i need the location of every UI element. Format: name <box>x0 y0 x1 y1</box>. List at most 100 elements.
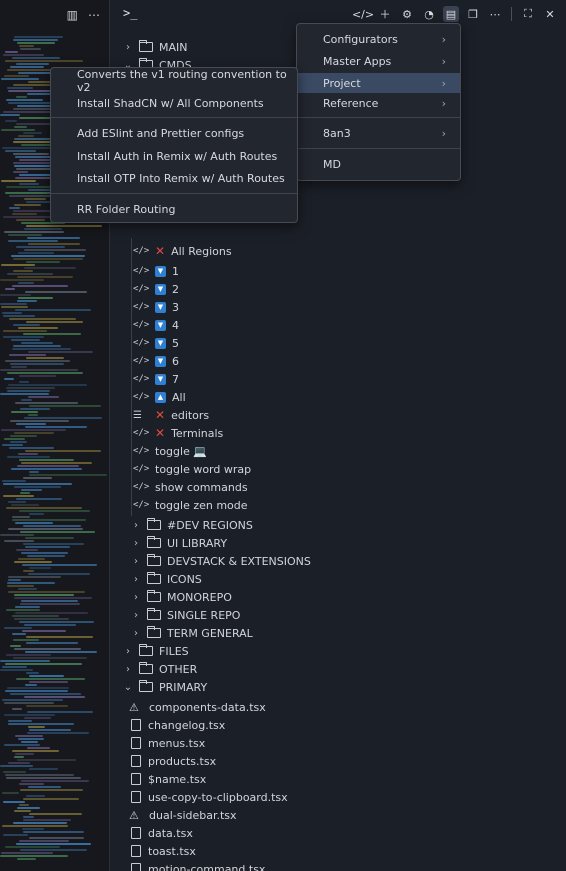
panel-icon[interactable]: ▤ <box>443 6 459 22</box>
minimap-line <box>26 321 83 323</box>
minimap-line <box>8 528 83 530</box>
minimap-line <box>4 540 34 542</box>
minimap-line <box>4 714 55 716</box>
fullscreen-icon[interactable]: ⛶ <box>520 6 536 22</box>
minimap-line <box>8 234 42 236</box>
tree-row[interactable]: </> ▼ 1 <box>111 262 566 280</box>
tree-row[interactable]: </> ✕ Terminals <box>111 424 566 442</box>
minimap-line <box>0 765 33 767</box>
minimap-line <box>2 792 19 794</box>
context-menu-project: Converts the v1 routing convention to v2… <box>50 67 298 223</box>
tree-row[interactable]: </> ▼ 7 <box>111 370 566 388</box>
minimap-line <box>13 657 87 659</box>
arrow-badge-icon: ▼ <box>155 265 166 277</box>
tree-row[interactable]: </> ▼ 4 <box>111 316 566 334</box>
close-icon[interactable]: ✕ <box>542 6 558 22</box>
minimap-line <box>12 708 22 710</box>
tree-row[interactable]: use-copy-to-clipboard.tsx <box>111 788 566 806</box>
minimap-line <box>28 726 45 728</box>
tree-row[interactable]: › SINGLE REPO <box>111 606 566 624</box>
context-menu-main: Configurators › Master Apps › Project › Refere… <box>296 23 461 181</box>
tree-row[interactable]: ⌄ PRIMARY <box>111 678 566 696</box>
minimap-line <box>15 612 88 614</box>
tree-row[interactable]: </> ▲ All <box>111 388 566 406</box>
tree-row-label: All Regions <box>171 244 232 258</box>
tree-row[interactable]: › MONOREPO <box>111 588 566 606</box>
chevron-right-icon: › <box>134 609 138 621</box>
tree-row[interactable]: › FILES <box>111 642 566 660</box>
minimap-line <box>19 375 56 377</box>
split-icon[interactable]: ▥ <box>67 8 78 22</box>
minimap-line <box>29 567 51 569</box>
tree-row[interactable]: </> toggle zen mode <box>111 496 566 514</box>
submenu-item-label: Converts the v1 routing convention to v2 <box>77 68 287 94</box>
tree-row[interactable]: › #DEV REGIONS <box>111 516 566 534</box>
menu-item-configurators[interactable]: Configurators › <box>297 29 460 49</box>
tree-row[interactable]: $name.tsx <box>111 770 566 788</box>
menu-item-master-apps[interactable]: Master Apps › <box>297 51 460 71</box>
more-icon[interactable]: ⋯ <box>88 8 100 22</box>
tree-row[interactable]: menus.tsx <box>111 734 566 752</box>
submenu-item[interactable]: RR Folder Routing <box>51 199 297 219</box>
file-icon <box>131 845 141 857</box>
tree-row[interactable]: › ICONS <box>111 570 566 588</box>
tree-row[interactable]: </> ▼ 5 <box>111 334 566 352</box>
minimap-line <box>14 432 54 434</box>
tree-row[interactable]: </> ▼ 3 <box>111 298 566 316</box>
menu-item-label: Reference <box>323 96 379 110</box>
tree-row[interactable]: ⚠ dual-sidebar.tsx <box>111 806 566 824</box>
list-icon: ☰ <box>133 409 142 421</box>
tree-row[interactable]: data.tsx <box>111 824 566 842</box>
tree-row[interactable]: toast.tsx <box>111 842 566 860</box>
minimap-line <box>0 393 49 395</box>
minimap-line <box>11 411 38 413</box>
submenu-item[interactable]: Add ESlint and Prettier configs <box>51 123 297 143</box>
tree-row[interactable]: </> ✕ All Regions <box>111 242 566 260</box>
tree-row[interactable]: </> toggle word wrap <box>111 460 566 478</box>
tree-row-label: use-copy-to-clipboard.tsx <box>148 790 288 804</box>
tree-row-label: UI LIBRARY <box>167 536 228 550</box>
code-icon: </> <box>133 500 150 510</box>
submenu-item[interactable]: Install ShadCN w/ All Components <box>51 93 297 113</box>
menu-item-8an3[interactable]: 8an3 › <box>297 123 460 143</box>
minimap-line <box>19 510 90 512</box>
tree-row[interactable]: › UI LIBRARY <box>111 534 566 552</box>
tree-row[interactable]: </> ▼ 6 <box>111 352 566 370</box>
minimap-line <box>7 687 69 689</box>
tree-row[interactable]: changelog.tsx <box>111 716 566 734</box>
tree-row[interactable]: › TERM GENERAL <box>111 624 566 642</box>
tree-row[interactable]: products.tsx <box>111 752 566 770</box>
minimap-line <box>19 381 29 383</box>
more-icon[interactable]: ⋯ <box>487 6 503 22</box>
submenu-item[interactable]: Install OTP Into Remix w/ Auth Routes <box>51 168 297 188</box>
tree-row[interactable]: </> toggle 💻 <box>111 442 566 460</box>
submenu-item[interactable]: Install Auth in Remix w/ Auth Routes <box>51 146 297 166</box>
minimap-line <box>4 378 14 380</box>
minimap-line <box>3 834 28 836</box>
tree-row[interactable]: </> show commands <box>111 478 566 496</box>
terminal-prompt-icon[interactable]: >_ <box>123 6 137 20</box>
plus-icon[interactable]: ＋ <box>377 6 393 22</box>
tree-row[interactable]: motion-command.tsx <box>111 860 566 871</box>
code-icon: </> <box>133 338 150 348</box>
minimap-line <box>24 267 76 269</box>
minimap-line <box>14 594 74 596</box>
tree-row[interactable]: ☰ ✕ editors <box>111 406 566 424</box>
code-icon[interactable]: </> <box>352 6 374 22</box>
menu-separator <box>297 117 460 118</box>
tree-row[interactable]: </> ▼ 2 <box>111 280 566 298</box>
submenu-item[interactable]: Converts the v1 routing convention to v2 <box>51 68 297 94</box>
tree-row[interactable]: ⚠ components-data.tsx <box>111 698 566 716</box>
minimap-line <box>21 489 42 491</box>
tree-row[interactable]: › DEVSTACK & EXTENSIONS <box>111 552 566 570</box>
tree-row-label: DEVSTACK & EXTENSIONS <box>167 554 311 568</box>
gauge-icon[interactable]: ◔ <box>421 6 437 22</box>
menu-item-reference[interactable]: Reference › <box>297 93 460 113</box>
copy-icon[interactable]: ❐ <box>465 6 481 22</box>
tree-row-label: 1 <box>172 264 179 278</box>
menu-item-md[interactable]: MD <box>297 154 460 174</box>
gear-icon[interactable]: ⚙ <box>399 6 415 22</box>
warning-icon: ⚠ <box>129 700 139 714</box>
tree-row[interactable]: › OTHER <box>111 660 566 678</box>
menu-item-project[interactable]: Project › <box>297 73 460 93</box>
